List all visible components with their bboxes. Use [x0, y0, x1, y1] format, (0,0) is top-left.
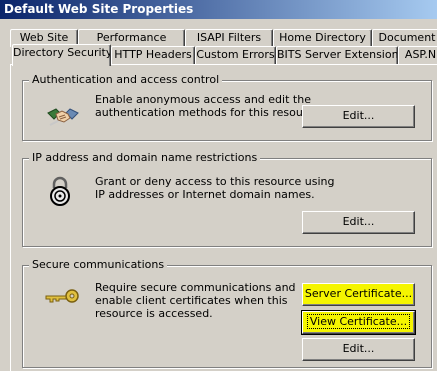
tab-asp-net[interactable]: ASP.N: [398, 46, 437, 64]
secure-description-line2: enable client certificates when this: [95, 294, 288, 307]
ip-description-line2: IP addresses or Internet domain names.: [95, 188, 315, 201]
ip-description: Grant or deny access to this resource us…: [95, 175, 335, 201]
auth-edit-label: Edit...: [342, 109, 375, 122]
tab-documents[interactable]: Document: [372, 29, 437, 47]
secure-edit-button[interactable]: Edit...: [302, 338, 415, 361]
server-certificate-label: Server Certificate...: [304, 287, 413, 300]
view-certificate-label: View Certificate...: [306, 314, 411, 329]
tab-http-headers[interactable]: HTTP Headers: [111, 46, 195, 64]
handshake-icon: [46, 103, 80, 132]
ip-description-line1: Grant or deny access to this resource us…: [95, 175, 335, 188]
view-certificate-button[interactable]: View Certificate...: [301, 310, 416, 335]
secure-group-title: Secure communications: [29, 258, 168, 271]
tab-isapi-filters[interactable]: ISAPI Filters: [185, 29, 273, 47]
window-title: Default Web Site Properties: [0, 0, 437, 19]
key-icon: [44, 288, 80, 311]
ip-group-title: IP address and domain name restrictions: [29, 151, 261, 164]
padlock-icon: [48, 176, 72, 209]
auth-description-line1: Enable anonymous access and edit the: [95, 93, 311, 106]
secure-description-line1: Require secure communications and: [95, 281, 296, 294]
ip-edit-button[interactable]: Edit...: [302, 211, 415, 234]
server-certificate-button[interactable]: Server Certificate...: [302, 283, 415, 306]
tab-custom-errors[interactable]: Custom Errors: [195, 46, 276, 64]
ip-edit-label: Edit...: [342, 215, 375, 228]
auth-description: Enable anonymous access and edit the aut…: [95, 93, 323, 119]
secure-description-line3: resource is accessed.: [95, 307, 213, 320]
auth-group-title: Authentication and access control: [29, 73, 223, 86]
auth-description-line2: authentication methods for this resource…: [95, 106, 324, 119]
secure-edit-label: Edit...: [342, 342, 375, 355]
tab-home-directory[interactable]: Home Directory: [273, 29, 372, 47]
tab-directory-security[interactable]: Directory Security: [12, 44, 111, 66]
secure-description: Require secure communications and enable…: [95, 281, 296, 320]
auth-edit-button[interactable]: Edit...: [302, 105, 415, 128]
tab-bits-server-extension[interactable]: BITS Server Extension: [276, 46, 398, 64]
